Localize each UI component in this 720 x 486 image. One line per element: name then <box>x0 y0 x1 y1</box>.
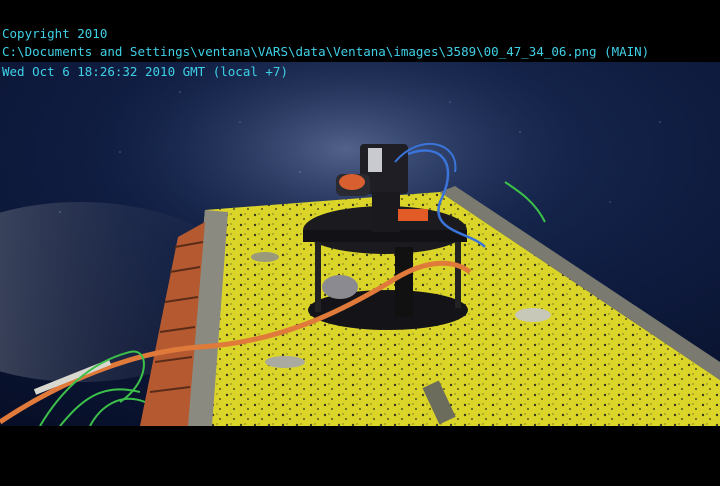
underwater-scene-image <box>0 62 720 426</box>
copyright-text: Copyright 2010 <box>2 26 108 41</box>
overlay-band-bottom <box>0 426 720 486</box>
video-frame: Copyright 2010 C:\Documents and Settings… <box>0 0 720 486</box>
image-path-text: C:\Documents and Settings\ventana\VARS\d… <box>2 44 650 59</box>
timestamp-text: Wed Oct 6 18:26:32 2010 GMT (local +7) <box>2 64 288 79</box>
